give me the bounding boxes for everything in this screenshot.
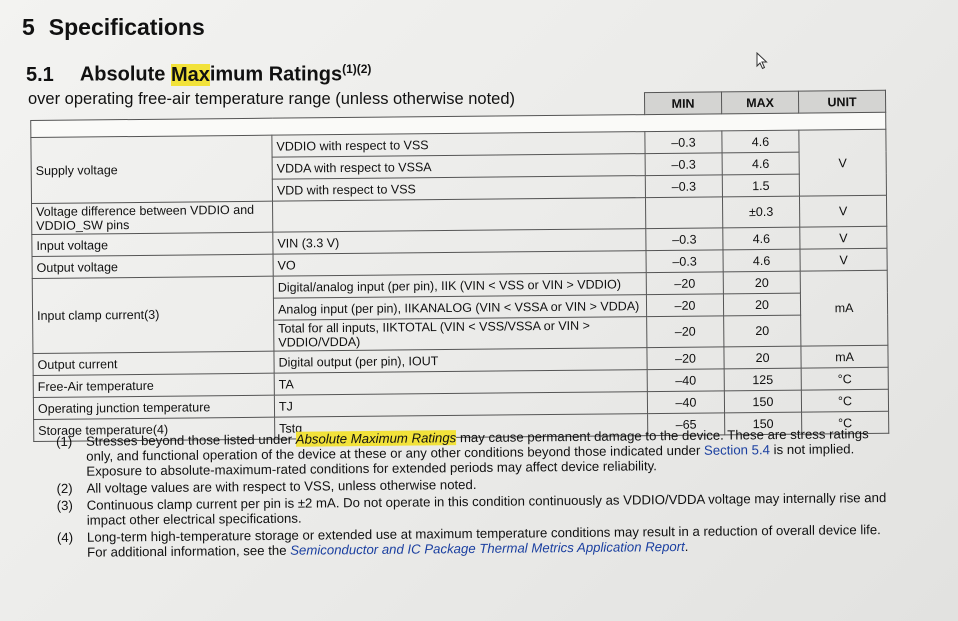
param-cell: Supply voltage — [30, 135, 273, 204]
min-cell: –20 — [646, 346, 725, 370]
param-cell: Operating junction temperature — [33, 395, 275, 420]
min-cell: –0.3 — [645, 152, 723, 176]
max-cell: 20 — [723, 293, 801, 316]
condition-cell: Total for all inputs, IIKTOTAL (VIN < VS… — [273, 316, 647, 352]
section-number: 5 — [22, 14, 35, 40]
min-cell: –40 — [647, 368, 725, 392]
footnote-number: (3) — [56, 497, 73, 513]
footnote-number: (4) — [56, 529, 74, 545]
unit-cell: mA — [800, 270, 888, 347]
min-cell: –40 — [647, 390, 725, 414]
footnote-text: . — [684, 538, 689, 554]
subsection-heading: 5.1 Absolute Maximum Ratings(1)(2) — [26, 62, 371, 87]
subsection-title-highlight: Max — [170, 63, 210, 86]
subsection-footnote-ref: (1)(2) — [342, 62, 372, 76]
footnote-italic: Absolute Maximum Ratings — [295, 430, 457, 447]
min-cell: –0.3 — [645, 227, 723, 251]
section-link[interactable]: Section 5.4 — [704, 442, 770, 458]
min-cell: –0.3 — [644, 130, 723, 154]
app-report-link[interactable]: Semiconductor and IC Package Thermal Met… — [290, 539, 685, 558]
min-cell — [645, 196, 723, 229]
param-cell: Voltage difference between VDDIO and VDD… — [31, 201, 273, 235]
max-cell: 1.5 — [722, 174, 800, 197]
param-cell: Output current — [32, 351, 275, 376]
unit-cell: V — [799, 226, 887, 250]
unit-cell: mA — [800, 345, 889, 369]
subsection-number: 5.1 — [26, 63, 54, 86]
max-cell: 4.6 — [722, 152, 800, 175]
footnote: (1) Stresses beyond those listed under A… — [56, 426, 886, 479]
footnote: (4) Long-term high-temperature storage o… — [57, 522, 887, 560]
footnotes: (1) Stresses beyond those listed under A… — [56, 426, 887, 562]
absolute-maximum-ratings-table: MIN MAX UNIT Supply voltage VDDIO with r… — [30, 90, 889, 442]
min-cell: –20 — [646, 293, 724, 317]
max-cell: 20 — [723, 346, 802, 369]
min-cell: –20 — [646, 271, 724, 295]
param-cell: Input voltage — [31, 232, 274, 257]
footnote-number: (2) — [56, 480, 73, 496]
max-cell: 20 — [723, 315, 801, 347]
max-cell: 20 — [723, 271, 801, 294]
unit-cell: °C — [801, 367, 889, 391]
section-heading: 5 Specifications — [22, 14, 205, 41]
unit-cell: °C — [801, 389, 889, 413]
condition-cell — [272, 197, 646, 233]
min-cell: –0.3 — [645, 174, 723, 198]
param-cell: Input clamp current(3) — [32, 276, 274, 354]
header-unit: UNIT — [798, 90, 886, 114]
footnote-number: (1) — [56, 433, 73, 449]
max-cell: 4.6 — [722, 227, 800, 250]
header-min: MIN — [644, 91, 722, 115]
unit-cell: V — [799, 248, 888, 272]
footnote-text: Continuous clamp current per pin is ±2 m… — [86, 490, 887, 528]
max-cell: 4.6 — [722, 249, 801, 272]
max-cell: 150 — [724, 390, 802, 413]
param-cell: Output voltage — [32, 254, 274, 279]
max-cell: 4.6 — [721, 130, 800, 153]
min-cell: –20 — [646, 315, 724, 348]
unit-cell: V — [799, 195, 887, 228]
subsection-title-part2: imum Ratings — [209, 63, 343, 86]
max-cell: ±0.3 — [722, 196, 800, 228]
param-cell: Free-Air temperature — [33, 373, 275, 398]
mouse-cursor-icon — [756, 52, 768, 70]
min-cell: –0.3 — [645, 249, 724, 273]
section-title: Specifications — [48, 14, 205, 40]
header-max: MAX — [721, 91, 799, 114]
footnote-text: All voltage values are with respect to V… — [86, 476, 477, 496]
max-cell: 125 — [724, 368, 802, 391]
unit-cell: V — [798, 129, 887, 197]
subsection-title-part1: Absolute — [79, 63, 171, 86]
